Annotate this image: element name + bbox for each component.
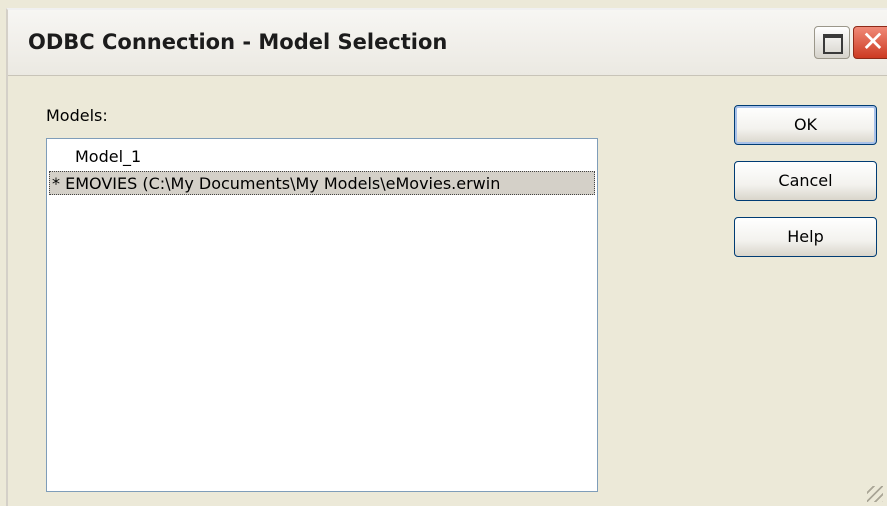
help-button[interactable]: Help	[734, 217, 877, 257]
model-selection-dialog: ODBC Connection - Model Selection ✕ Mode…	[6, 8, 887, 506]
maximize-button[interactable]	[814, 26, 850, 59]
list-item-model-1[interactable]: Model_1	[49, 145, 595, 169]
models-listbox[interactable]: Model_1 * EMOVIES (C:\My Documents\My Mo…	[46, 138, 598, 492]
list-item-emovies[interactable]: * EMOVIES (C:\My Documents\My Models\eMo…	[49, 171, 595, 195]
ok-button[interactable]: OK	[734, 105, 877, 145]
resize-grip-icon[interactable]	[867, 486, 883, 502]
maximize-icon	[823, 34, 843, 54]
cancel-button[interactable]: Cancel	[734, 161, 877, 201]
models-label: Models:	[46, 106, 108, 125]
close-button[interactable]: ✕	[853, 26, 887, 59]
dialog-title: ODBC Connection - Model Selection	[28, 30, 448, 54]
title-bar[interactable]: ODBC Connection - Model Selection ✕	[8, 10, 887, 76]
close-icon: ✕	[861, 25, 885, 58]
